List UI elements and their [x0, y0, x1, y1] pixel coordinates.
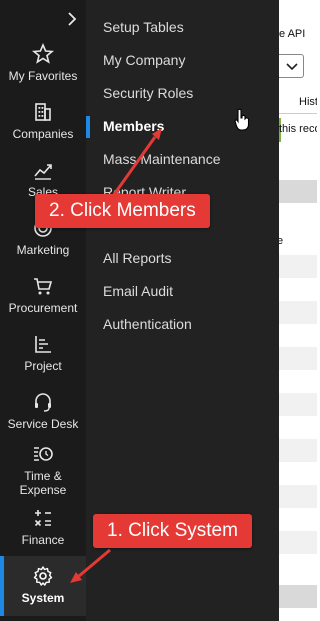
menu-item-security-roles[interactable]: Security Roles — [86, 79, 279, 107]
background-page: e API Hist this reco e — [279, 0, 317, 621]
project-icon — [35, 336, 51, 353]
table-footer — [279, 585, 317, 608]
nav-item-my-favorites[interactable]: My Favorites — [0, 42, 86, 83]
nav-label: Finance — [21, 533, 65, 547]
table-row — [279, 301, 317, 324]
chevron-down-icon — [286, 63, 298, 71]
callout-click-members: 2. Click Members — [35, 194, 210, 228]
active-indicator — [0, 556, 4, 616]
table-row — [279, 347, 317, 370]
cart-icon — [34, 278, 53, 295]
headset-icon — [35, 393, 51, 412]
nav-item-service-desk[interactable]: Service Desk — [0, 390, 86, 431]
expand-chevron-icon[interactable] — [64, 10, 80, 28]
page-tabs: Hist — [279, 92, 317, 114]
menu-item-all-reports[interactable]: All Reports — [86, 244, 279, 272]
nav-label: Procurement — [8, 301, 78, 315]
table-row — [279, 439, 317, 462]
nav-label: Service Desk — [7, 417, 79, 431]
active-indicator — [86, 116, 90, 138]
star-icon — [31, 42, 55, 64]
menu-item-email-audit[interactable]: Email Audit — [86, 277, 279, 305]
nav-label: Marketing — [16, 243, 70, 257]
table-row — [279, 393, 317, 416]
table-cell-text: e — [279, 235, 284, 247]
nav-label: My Favorites — [8, 69, 78, 83]
table-row — [279, 255, 317, 278]
calculator-icon — [34, 510, 51, 527]
nav-item-finance[interactable]: Finance — [0, 506, 86, 547]
table-row — [279, 531, 317, 554]
menu-item-label: Members — [103, 118, 165, 134]
callout-click-system: 1. Click System — [93, 514, 252, 548]
nav-item-time-expense[interactable]: Time & Expense — [0, 442, 86, 497]
info-message-text: this reco — [279, 123, 317, 135]
clock-list-icon — [34, 447, 53, 461]
left-nav: My Favorites Companies Sales Marketing P… — [0, 0, 86, 621]
api-dropdown[interactable] — [279, 54, 304, 78]
info-message: this reco — [279, 118, 317, 142]
menu-item-setup-tables[interactable]: Setup Tables — [86, 13, 279, 41]
nav-label: Project — [24, 359, 62, 373]
hand-cursor-icon — [234, 108, 250, 131]
tab-history[interactable]: Hist — [299, 96, 317, 108]
menu-item-mass-maintenance[interactable]: Mass Maintenance — [86, 145, 279, 173]
gear-icon — [33, 566, 53, 586]
nav-item-procurement[interactable]: Procurement — [0, 274, 86, 315]
chart-line-icon — [34, 164, 52, 180]
nav-label-line2: Expense — [19, 483, 67, 497]
nav-item-companies[interactable]: Companies — [0, 100, 86, 141]
table-row — [279, 485, 317, 508]
nav-label: Time & — [24, 469, 62, 483]
api-label: e API — [279, 28, 306, 40]
nav-item-system[interactable]: System — [0, 556, 86, 616]
menu-item-my-company[interactable]: My Company — [86, 46, 279, 74]
nav-item-sales[interactable]: Sales — [0, 158, 86, 199]
building-icon — [35, 103, 51, 121]
nav-label: System — [21, 591, 65, 605]
nav-item-project[interactable]: Project — [0, 332, 86, 373]
table-header — [279, 180, 317, 203]
nav-label: Companies — [12, 127, 74, 141]
menu-item-authentication[interactable]: Authentication — [86, 310, 279, 338]
